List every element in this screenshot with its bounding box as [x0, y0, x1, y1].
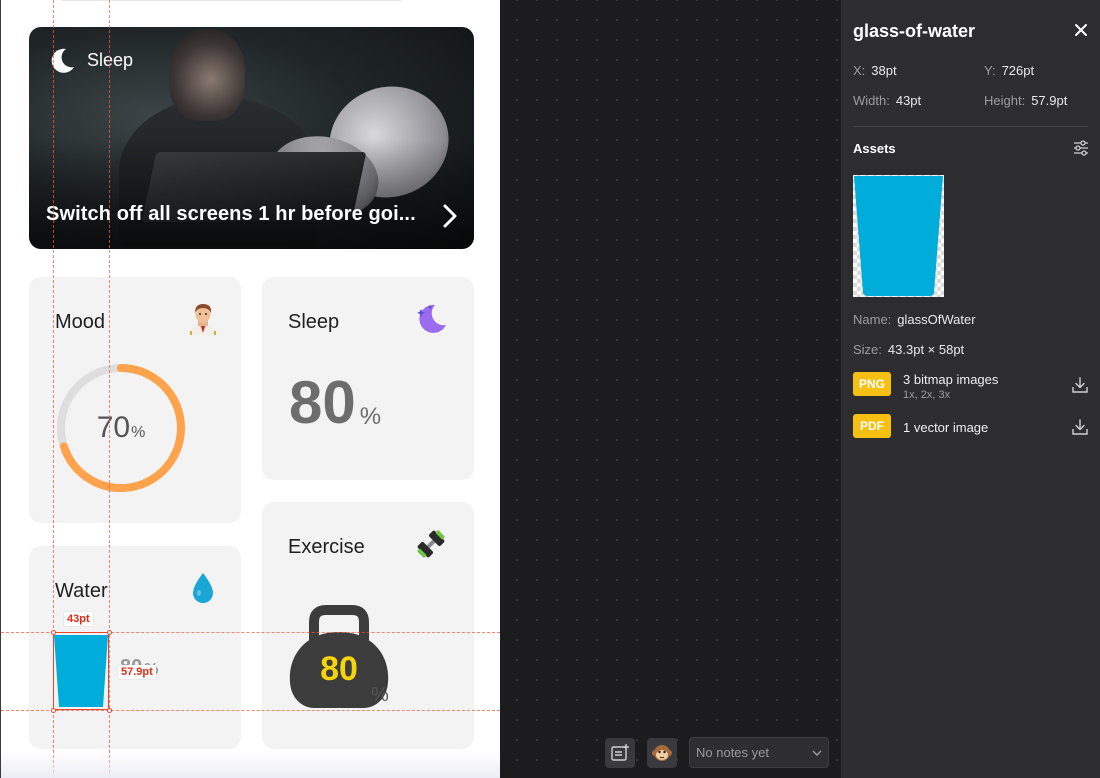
prop-height-label: Height:	[984, 93, 1026, 108]
exercise-card[interactable]: Exercise 80 %	[262, 502, 474, 749]
glass-of-water-icon	[854, 176, 943, 296]
sleep-card[interactable]: Sleep 80%	[262, 277, 474, 480]
sleep-title: Sleep	[288, 311, 340, 333]
layer-name: glass-of-water	[853, 21, 976, 41]
hero-photo-face	[169, 29, 245, 121]
artboard-top-rule	[61, 0, 401, 1]
moon-stars-icon	[51, 48, 74, 73]
chevron-right-icon[interactable]	[437, 203, 461, 229]
prop-y-value: 726pt	[1001, 63, 1035, 78]
guide-line-bottom	[1, 710, 500, 711]
notes-dropdown[interactable]: No notes yet	[689, 737, 829, 768]
prop-y-label: Y:	[984, 63, 996, 78]
selection-handle[interactable]	[51, 630, 56, 635]
prop-width-value: 43pt	[895, 93, 922, 108]
selection-box[interactable]	[53, 632, 109, 710]
prop-width: Width: 43pt	[853, 93, 921, 108]
prop-y: Y: 726pt	[984, 63, 1034, 78]
sleep-tip-card[interactable]: Sleep Switch off all screens 1 hr before…	[29, 27, 474, 249]
monkey-icon	[652, 745, 672, 761]
hero-shade	[29, 139, 474, 249]
hero-tag-label: Sleep	[87, 49, 134, 70]
pdf-badge: PDF	[853, 414, 891, 438]
monkey-avatar-button[interactable]	[647, 738, 677, 768]
hero-tag: Sleep	[47, 45, 133, 75]
notes-dropdown-value: No notes yet	[696, 745, 769, 760]
dumbbell-icon	[417, 530, 445, 558]
height-measure-label: 57.9pt	[118, 665, 156, 679]
mood-value-number: 70	[96, 411, 131, 444]
width-measure-label: 43pt	[64, 612, 93, 626]
pdf-export-title: 1 vector image	[903, 420, 989, 435]
add-note-button[interactable]	[605, 738, 635, 768]
download-icon[interactable]	[1071, 376, 1089, 394]
artboard: Sleep Switch off all screens 1 hr before…	[0, 0, 500, 778]
canvas-area[interactable]: No notes yet	[500, 0, 841, 778]
sleep-value-unit: %	[359, 403, 382, 430]
asset-size-label: Size:	[853, 342, 882, 357]
prop-x: X: 38pt	[853, 63, 897, 78]
assets-title: Assets	[853, 141, 896, 156]
mood-value-unit: %	[131, 424, 146, 441]
exercise-value-unit: %	[371, 684, 389, 706]
prop-height: Height: 57.9pt	[984, 93, 1067, 108]
moon-stars-icon	[417, 304, 446, 333]
png-export-title: 3 bitmap images	[903, 372, 999, 387]
asset-name-label: Name:	[853, 312, 892, 327]
prop-x-label: X:	[853, 63, 866, 78]
avatar-icon	[190, 304, 216, 335]
panel-divider	[853, 126, 1088, 127]
chevron-down-icon	[812, 750, 822, 756]
asset-size-value: 43.3pt × 58pt	[887, 342, 965, 357]
sleep-value-number: 80	[289, 369, 356, 436]
inspector-panel: glass-of-water X: 38pt Y: 726pt Width: 43pt…	[841, 0, 1100, 778]
prop-height-value: 57.9pt	[1031, 93, 1068, 108]
asset-name-value: glassOfWater	[897, 312, 976, 327]
png-badge: PNG	[853, 372, 891, 396]
png-export-subtitle: 1x, 2x, 3x	[903, 389, 951, 401]
mood-value: 70%	[55, 362, 187, 494]
prop-width-label: Width:	[853, 93, 890, 108]
asset-name: Name: glassOfWater	[853, 312, 976, 327]
close-icon[interactable]	[1073, 22, 1089, 38]
water-title: Water	[55, 580, 108, 602]
selection-handle[interactable]	[107, 708, 112, 713]
asset-size: Size: 43.3pt × 58pt	[853, 342, 964, 357]
note-add-icon	[611, 744, 629, 761]
hero-headline: Switch off all screens 1 hr before goi..…	[46, 203, 416, 225]
mood-card[interactable]: Mood 70%	[29, 277, 241, 523]
download-icon[interactable]	[1071, 418, 1089, 436]
sliders-settings-icon[interactable]	[1072, 139, 1090, 157]
prop-x-value: 38pt	[871, 63, 897, 78]
selection-handle[interactable]	[107, 630, 112, 635]
water-drop-icon	[193, 573, 213, 603]
mood-title: Mood	[55, 311, 106, 333]
selection-handle[interactable]	[51, 708, 56, 713]
exercise-title: Exercise	[288, 536, 365, 558]
asset-preview[interactable]	[853, 175, 944, 297]
sleep-value: 80%	[289, 373, 381, 433]
artboard-bottom-fade	[1, 752, 500, 778]
guide-line-right	[109, 0, 110, 778]
